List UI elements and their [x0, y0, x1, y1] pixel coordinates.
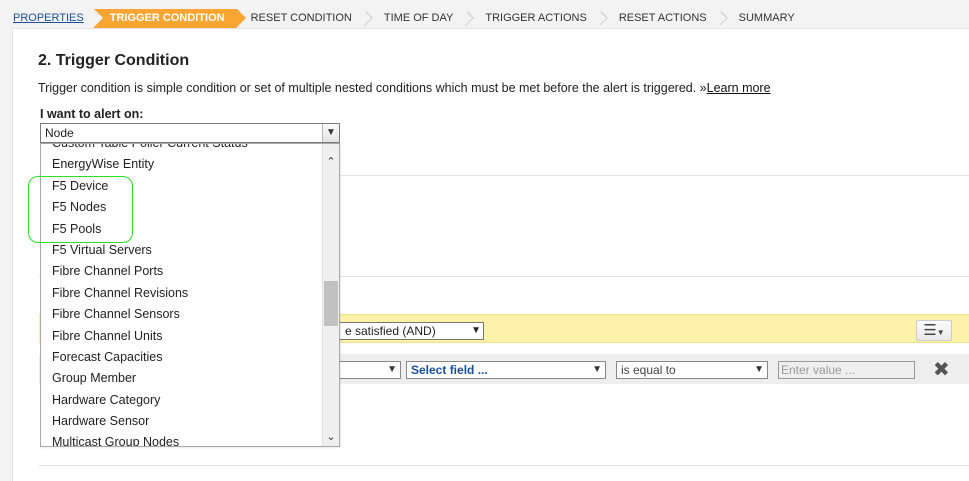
field-select-value: Select field ...	[411, 363, 488, 377]
close-icon[interactable]: ✖	[933, 357, 950, 382]
description-text: Trigger condition is simple condition or…	[38, 81, 707, 95]
chevron-up-icon[interactable]: ⌃	[323, 154, 339, 171]
scrollbar-thumb[interactable]	[324, 281, 338, 326]
step-reset-actions[interactable]: RESET ACTIONS	[605, 9, 717, 28]
dropdown-option[interactable]: Hardware Sensor	[41, 411, 322, 432]
dropdown-scrollbar[interactable]: ⌃ ⌄	[322, 144, 339, 446]
step-time-of-day[interactable]: TIME OF DAY	[370, 9, 463, 28]
chevron-down-icon[interactable]: ▼	[322, 124, 339, 142]
dropdown-option[interactable]: F5 Virtual Servers	[41, 240, 322, 261]
dropdown-option[interactable]: Custom Table Poller Current Status	[41, 144, 322, 154]
main-panel: 2. Trigger Condition Trigger condition i…	[12, 28, 969, 481]
dropdown-option[interactable]: EnergyWise Entity	[41, 154, 322, 175]
value-input[interactable]: Enter value ...	[778, 361, 915, 379]
section-title: 2. Trigger Condition	[38, 52, 190, 69]
menu-icon[interactable]: ☰▼	[916, 320, 952, 341]
learn-more-link[interactable]: Learn more	[707, 81, 771, 95]
dropdown-option[interactable]: Hardware Category	[41, 390, 322, 411]
section-description: Trigger condition is simple condition or…	[38, 81, 771, 95]
chevron-down-icon: ▼	[754, 364, 764, 375]
dropdown-option[interactable]: Forecast Capacities	[41, 347, 322, 368]
operator-select-value: is equal to	[621, 363, 676, 377]
step-properties[interactable]: PROPERTIES	[0, 9, 94, 28]
dropdown-option[interactable]: Fibre Channel Ports	[41, 261, 322, 282]
dropdown-option[interactable]: Fibre Channel Revisions	[41, 283, 322, 304]
chevron-right-icon	[597, 9, 605, 28]
chevron-down-icon: ▼	[592, 364, 602, 375]
wizard-breadcrumb: PROPERTIES TRIGGER CONDITION RESET CONDI…	[0, 9, 969, 28]
chevron-right-icon	[362, 9, 370, 28]
alert-on-select[interactable]: Node ▼	[40, 123, 340, 143]
highlight-annotation	[28, 176, 133, 243]
dropdown-option[interactable]: Fibre Channel Units	[41, 326, 322, 347]
dropdown-option[interactable]: Group Member	[41, 368, 322, 389]
chevron-down-icon: ▼	[387, 364, 397, 375]
step-trigger-condition[interactable]: TRIGGER CONDITION	[93, 9, 246, 28]
divider	[39, 465, 969, 466]
chevron-right-icon	[463, 9, 471, 28]
dropdown-option[interactable]: Multicast Group Nodes	[41, 432, 322, 446]
field-select[interactable]: Select field ... ▼	[406, 361, 606, 379]
step-reset-condition[interactable]: RESET CONDITION	[237, 9, 362, 28]
chevron-right-icon	[717, 9, 725, 28]
operator-select[interactable]: is equal to ▼	[616, 361, 768, 379]
step-trigger-actions[interactable]: TRIGGER ACTIONS	[471, 9, 596, 28]
chevron-down-icon[interactable]: ⌄	[323, 429, 339, 446]
alert-on-label: I want to alert on:	[40, 107, 144, 121]
chevron-down-icon: ▼	[471, 325, 481, 336]
condition-logic-value: e satisfied (AND)	[345, 324, 436, 338]
alert-on-selected-value: Node	[45, 126, 74, 140]
dropdown-option[interactable]: Fibre Channel Sensors	[41, 304, 322, 325]
step-summary[interactable]: SUMMARY	[725, 9, 805, 28]
